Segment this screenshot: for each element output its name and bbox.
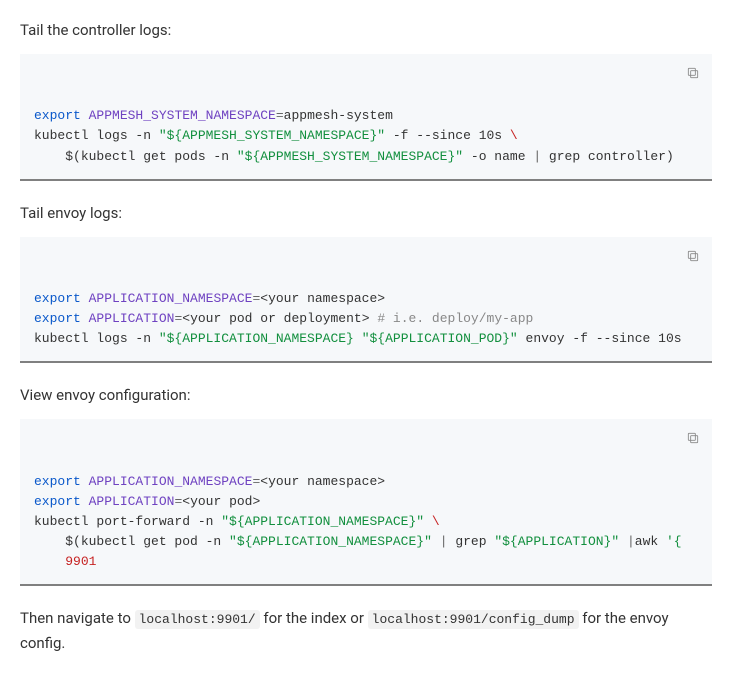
variable: APPLICATION_NAMESPACE (89, 474, 253, 489)
paragraph-controller-logs: Tail the controller logs: (20, 18, 712, 42)
keyword: export (34, 291, 81, 306)
variable: APPMESH_SYSTEM_NAMESPACE (89, 108, 276, 123)
keyword: export (34, 494, 81, 509)
keyword: export (34, 108, 81, 123)
codeblock-envoy-logs: export APPLICATION_NAMESPACE=<your names… (20, 237, 712, 364)
copy-button[interactable] (682, 62, 704, 84)
variable: APPLICATION_NAMESPACE (89, 291, 253, 306)
codeblock-envoy-config: export APPLICATION_NAMESPACE=<your names… (20, 419, 712, 586)
copy-icon (686, 431, 700, 445)
copy-icon (686, 66, 700, 80)
inline-code-configdump-url: localhost:9901/config_dump (368, 610, 579, 629)
keyword: export (34, 311, 81, 326)
paragraph-navigate: Then navigate to localhost:9901/ for the… (20, 606, 712, 655)
port-number: 9901 (65, 554, 96, 569)
variable: APPLICATION (89, 311, 175, 326)
inline-code-index-url: localhost:9901/ (135, 610, 260, 629)
copy-button[interactable] (682, 427, 704, 449)
keyword: export (34, 474, 81, 489)
variable: APPLICATION (89, 494, 175, 509)
copy-icon (686, 249, 700, 263)
comment: # i.e. deploy/my-app (377, 311, 533, 326)
codeblock-controller-logs: export APPMESH_SYSTEM_NAMESPACE=appmesh-… (20, 54, 712, 181)
paragraph-envoy-config: View envoy configuration: (20, 383, 712, 407)
copy-button[interactable] (682, 245, 704, 267)
paragraph-envoy-logs: Tail envoy logs: (20, 201, 712, 225)
